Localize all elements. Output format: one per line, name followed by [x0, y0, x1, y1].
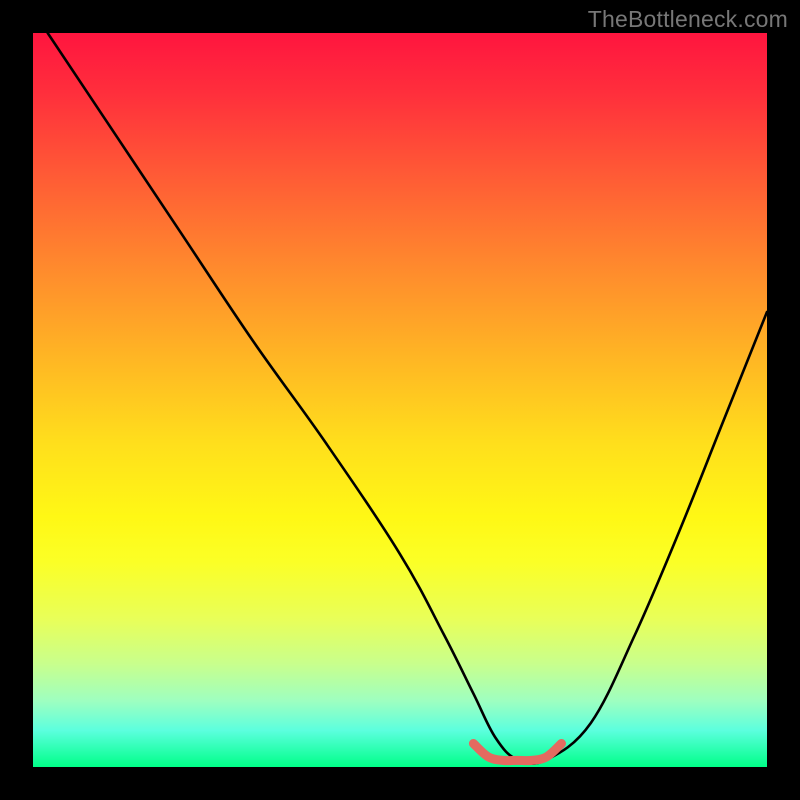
plot-area: [33, 33, 767, 767]
watermark-text: TheBottleneck.com: [588, 6, 788, 33]
series-curve: [48, 33, 767, 764]
series-optimal-range: [473, 744, 561, 761]
chart-svg: [33, 33, 767, 767]
chart-frame: TheBottleneck.com: [0, 0, 800, 800]
